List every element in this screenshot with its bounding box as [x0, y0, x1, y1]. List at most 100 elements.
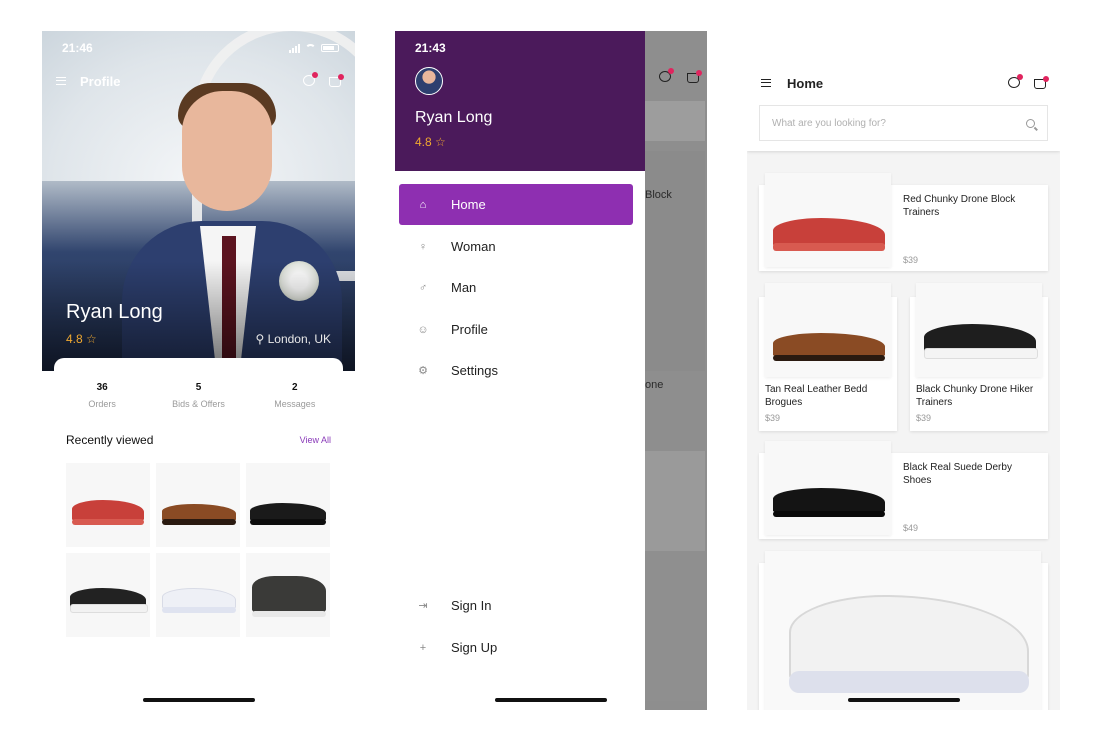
- stat-value: 2: [292, 382, 298, 393]
- stat-orders[interactable]: 36 Orders: [54, 382, 150, 409]
- drawer-item-label: Home: [451, 197, 486, 212]
- product-thumbnail[interactable]: [156, 553, 240, 637]
- product-thumbnail[interactable]: [156, 463, 240, 547]
- partial-text: one: [645, 379, 664, 391]
- search-icon[interactable]: [1026, 118, 1035, 128]
- shoe-image: [924, 315, 1038, 359]
- navigation-drawer: 21:43 Ryan Long 4.8 ☆ ⌂ Home ♀ Woman ♂ M…: [395, 31, 645, 710]
- product-image[interactable]: [765, 173, 891, 267]
- page-title: Home: [787, 75, 824, 91]
- shoe-image: [162, 501, 236, 525]
- notification-dot: [312, 72, 318, 78]
- drawer-item-sign-in[interactable]: ⇥ Sign In: [399, 585, 633, 626]
- drawer-item-profile[interactable]: ☺ Profile: [399, 309, 633, 350]
- signal-icon: [289, 43, 300, 53]
- product-thumbnail[interactable]: [246, 463, 330, 547]
- stat-bids-offers[interactable]: 5 Bids & Offers: [150, 382, 246, 409]
- avatar[interactable]: [415, 67, 443, 95]
- shoe-image: [773, 209, 885, 251]
- profile-rating: 4.8 ☆: [66, 332, 97, 346]
- stat-label: Orders: [88, 399, 116, 409]
- chat-icon[interactable]: [1008, 74, 1023, 88]
- chat-icon[interactable]: [303, 72, 318, 86]
- drawer-item-settings[interactable]: ⚙ Settings: [399, 350, 633, 391]
- shoe-image: [72, 495, 144, 525]
- drawer-item-label: Profile: [451, 322, 488, 337]
- product-price: $39: [916, 413, 932, 423]
- status-bar: 21:43: [415, 41, 645, 55]
- drawer-screen: Block one erby 21:43 Ryan Long 4.8 ☆ ⌂ H…: [395, 31, 707, 710]
- man-icon: ♂: [418, 281, 428, 294]
- drawer-user-rating: 4.8 ☆: [415, 135, 446, 149]
- search-placeholder: What are you looking for?: [772, 117, 886, 129]
- profile-location: ⚲ London, UK: [255, 332, 331, 346]
- recently-viewed-grid: [66, 463, 331, 637]
- shoe-image: [70, 583, 148, 613]
- drawer-header: 21:43 Ryan Long 4.8 ☆: [395, 31, 645, 171]
- product-image[interactable]: [765, 551, 1041, 710]
- drawer-user-name: Ryan Long: [415, 109, 493, 126]
- shoe-image: [250, 499, 326, 525]
- dimmed-home-content[interactable]: Block one erby: [645, 31, 707, 710]
- drawer-item-home[interactable]: ⌂ Home: [399, 184, 633, 225]
- home-indicator: [142, 698, 255, 702]
- stat-label: Bids & Offers: [172, 399, 225, 409]
- status-time: 21:43: [415, 41, 446, 55]
- gear-icon: ⚙: [418, 365, 428, 377]
- page-title: Profile: [80, 73, 121, 89]
- drawer-item-woman[interactable]: ♀ Woman: [399, 226, 633, 267]
- drawer-item-man[interactable]: ♂ Man: [399, 267, 633, 308]
- product-thumbnail[interactable]: [66, 553, 150, 637]
- user-icon: ☺: [417, 323, 429, 336]
- stat-label: Messages: [274, 399, 316, 409]
- profile-card: 36 Orders 5 Bids & Offers 2 Messages Rec…: [54, 358, 343, 710]
- profile-name: Ryan Long: [66, 301, 163, 323]
- menu-icon[interactable]: [56, 77, 66, 85]
- product-thumbnail[interactable]: [66, 463, 150, 547]
- drawer-item-label: Sign In: [451, 598, 492, 613]
- drawer-item-sign-up[interactable]: + Sign Up: [399, 627, 633, 668]
- product-thumbnail[interactable]: [246, 553, 330, 637]
- wifi-icon: [305, 44, 316, 52]
- product-price: $49: [903, 523, 919, 533]
- basket-icon: [687, 70, 702, 83]
- location-pin-icon: ⚲: [255, 332, 268, 346]
- home-screen: Red Chunky Drone Block Trainers $39 Tan …: [747, 31, 1060, 710]
- search-input[interactable]: What are you looking for?: [759, 105, 1048, 141]
- chat-icon: [659, 68, 674, 82]
- notification-dot: [1043, 76, 1049, 82]
- home-top-bar: Home: [761, 73, 1049, 93]
- status-time: 21:46: [62, 41, 93, 55]
- view-all-link[interactable]: View All: [300, 435, 331, 445]
- product-list: Red Chunky Drone Block Trainers $39 Tan …: [747, 151, 1060, 710]
- notification-dot: [338, 74, 344, 80]
- product-name: Black Chunky Drone Hiker Trainers: [916, 384, 1034, 408]
- sign-up-icon: +: [419, 641, 427, 654]
- shoe-image: [252, 573, 326, 617]
- section-title: Recently viewed: [66, 433, 154, 447]
- product-price: $39: [765, 413, 781, 423]
- shoe-image: [773, 481, 885, 517]
- product-name: Tan Real Leather Bedd Brogues: [765, 384, 868, 408]
- home-indicator: [495, 698, 607, 702]
- menu-icon[interactable]: [761, 79, 771, 87]
- basket-icon[interactable]: [1034, 76, 1049, 89]
- drawer-item-label: Man: [451, 280, 477, 295]
- product-image[interactable]: [765, 441, 891, 535]
- product-price: $39: [903, 255, 919, 265]
- product-image[interactable]: [916, 283, 1042, 377]
- sign-in-icon: ⇥: [418, 600, 428, 612]
- basket-icon[interactable]: [329, 74, 344, 87]
- drawer-item-label: Woman: [451, 239, 496, 254]
- battery-icon: [321, 44, 339, 52]
- stat-value: 5: [195, 382, 202, 393]
- shoe-image: [789, 573, 1029, 693]
- product-image[interactable]: [765, 283, 891, 377]
- stat-messages[interactable]: 2 Messages: [247, 382, 343, 409]
- location-text: London, UK: [267, 332, 331, 346]
- status-bar: 21:46: [62, 41, 339, 55]
- drawer-item-label: Settings: [451, 363, 498, 378]
- product-name: Black Real Suede Derby Shoes: [903, 462, 1012, 486]
- partial-text: Block: [645, 189, 672, 201]
- recently-viewed-header: Recently viewed View All: [66, 433, 331, 447]
